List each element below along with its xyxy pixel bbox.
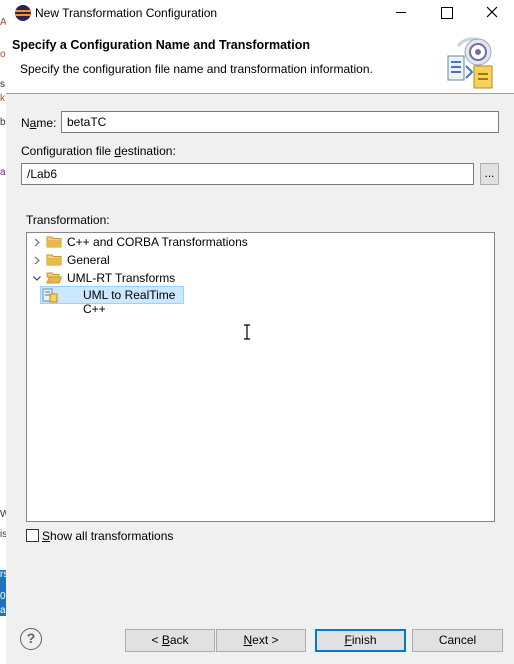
transformation-icon	[42, 288, 58, 303]
text-cursor-icon	[244, 324, 250, 340]
show-all-checkbox[interactable]	[26, 529, 39, 542]
name-field[interactable]: betaTC	[61, 111, 499, 133]
close-icon	[486, 6, 498, 18]
transformation-wizard-icon	[447, 37, 493, 89]
finish-button[interactable]: Finish	[315, 629, 406, 652]
page-title: Specify a Configuration Name and Transfo…	[12, 38, 310, 52]
folder-icon	[46, 236, 62, 248]
maximize-button[interactable]	[424, 0, 468, 26]
window-title: New Transformation Configuration	[35, 6, 218, 20]
tree-item-label: C++ and CORBA Transformations	[67, 235, 248, 249]
back-button[interactable]: < Back	[125, 629, 215, 652]
chevron-right-icon[interactable]	[32, 233, 42, 251]
transformation-dialog: New Transformation Configuration Specify…	[6, 0, 514, 664]
tree-item-cpp-corba[interactable]: C++ and CORBA Transformations	[32, 233, 292, 251]
browse-button[interactable]: ...	[480, 163, 499, 185]
tree-item-label: General	[67, 253, 110, 267]
chevron-down-icon[interactable]	[32, 269, 42, 287]
tree-item-label: UML to RealTime C++	[83, 288, 176, 316]
tree-item-label: UML-RT Transforms	[67, 271, 176, 285]
cancel-button[interactable]: Cancel	[412, 629, 503, 652]
eclipse-icon	[15, 5, 31, 21]
tree-item-general[interactable]: General	[32, 251, 232, 269]
destination-value: /Lab6	[27, 167, 58, 181]
close-button[interactable]	[470, 0, 514, 26]
chevron-right-icon[interactable]	[32, 251, 42, 269]
transformation-label: Transformation:	[26, 213, 110, 227]
title-bar: New Transformation Configuration	[6, 0, 514, 26]
name-label: Name:	[21, 116, 57, 130]
destination-field[interactable]: /Lab6	[21, 163, 474, 185]
page-description: Specify the configuration file name and …	[20, 62, 373, 76]
show-all-label[interactable]: Show all transformations	[42, 529, 173, 543]
wizard-header: Specify a Configuration Name and Transfo…	[6, 26, 514, 94]
next-button[interactable]: Next >	[216, 629, 306, 652]
minimize-button[interactable]	[380, 0, 424, 26]
folder-open-icon	[46, 272, 62, 284]
folder-icon	[46, 254, 62, 266]
destination-label: Configuration file destination:	[21, 144, 176, 158]
tree-item-uml-to-realtime-cpp[interactable]: UML to RealTime C++	[40, 286, 184, 316]
tree-item-uml-rt-transforms[interactable]: UML-RT Transforms	[32, 269, 232, 287]
help-button[interactable]: ?	[20, 628, 42, 650]
name-value: betaTC	[67, 115, 107, 129]
